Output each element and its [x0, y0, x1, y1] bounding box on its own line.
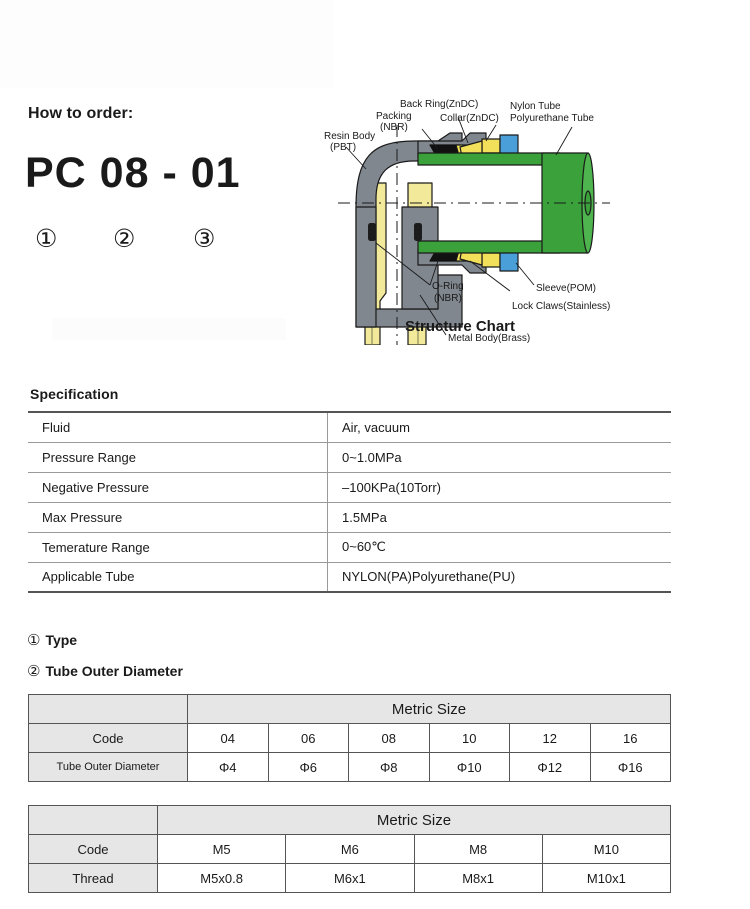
structure-chart-diagram: Resin Body (PBT) Packing (NBR) Back Ring… — [310, 95, 750, 346]
spec-value: 0~60℃ — [327, 532, 671, 563]
thread-table-span-header: Metric Size — [157, 805, 671, 835]
table-row: Code 04 06 08 10 12 16 — [28, 723, 671, 753]
thread-value-cell: M5x0.8 — [156, 863, 287, 893]
back-ring-lower — [481, 252, 501, 268]
table-row: Applicable Tube NYLON(PA)Polyurethane(PU… — [28, 562, 671, 593]
spec-value: 1.5MPa — [327, 502, 671, 533]
thread-table-corner — [28, 805, 158, 835]
tube-code-cell: 12 — [509, 723, 591, 753]
thread-value-cell: M6x1 — [285, 863, 415, 893]
label-resin-body-sub: (PBT) — [330, 142, 356, 153]
circled-number-1-icon: ① — [35, 224, 58, 253]
background-block-middle — [52, 318, 286, 340]
back-ring-upper — [481, 138, 501, 154]
part-number-code: PC 08 - 01 — [25, 149, 241, 197]
specification-heading: Specification — [30, 386, 119, 402]
circled-number-1-icon: ① — [27, 631, 41, 649]
table-row: Tube Outer Diameter Φ4 Φ6 Φ8 Φ10 Φ12 Φ16 — [28, 752, 671, 782]
label-polyurethane-tube: Polyurethane Tube — [510, 113, 594, 124]
spec-label: Applicable Tube — [28, 562, 328, 593]
thread-table-thread-label: Thread — [28, 863, 158, 893]
table-row: Metric Size — [28, 694, 671, 724]
spec-label: Max Pressure — [28, 502, 328, 533]
label-o-ring-sub: (NBR) — [434, 293, 462, 304]
leader-nylon-tube — [555, 126, 573, 156]
type-section-heading: ① Type — [27, 631, 77, 649]
label-nylon-tube: Nylon Tube — [510, 101, 561, 112]
background-block-top — [0, 0, 333, 88]
tube-table-diameter-label: Tube Outer Diameter — [28, 752, 188, 782]
thread-value-cell: M8x1 — [413, 863, 543, 893]
tube-table-span-header: Metric Size — [187, 694, 671, 724]
table-row: Negative Pressure –100KPa(10Torr) — [28, 472, 671, 503]
structure-chart-svg: Resin Body (PBT) Packing (NBR) Back Ring… — [324, 99, 610, 346]
tube-diameter-cell: Φ8 — [348, 752, 430, 782]
tube-diameter-cell: Φ4 — [187, 752, 269, 782]
table-row: Pressure Range 0~1.0MPa — [28, 442, 671, 473]
tube-diameter-cell: Φ16 — [589, 752, 671, 782]
circled-number-2-icon: ② — [113, 224, 136, 253]
tube-code-cell: 10 — [428, 723, 510, 753]
tube-diameter-cell: Φ12 — [509, 752, 591, 782]
label-back-ring: Back Ring(ZnDC) — [400, 99, 478, 110]
thread-code-cell: M6 — [285, 834, 415, 864]
label-o-ring: O-Ring — [432, 281, 464, 292]
label-collar: Collar(ZnDC) — [440, 113, 499, 124]
circled-number-3-icon: ③ — [193, 224, 216, 253]
spec-label: Temerature Range — [28, 532, 328, 563]
thread-code-cell: M5 — [156, 834, 287, 864]
specification-table: Fluid Air, vacuum Pressure Range 0~1.0MP… — [28, 411, 671, 593]
tube-code-cell: 08 — [348, 723, 430, 753]
tube-table-corner — [28, 694, 188, 724]
table-row: Max Pressure 1.5MPa — [28, 502, 671, 533]
circled-number-2-icon: ② — [27, 662, 41, 680]
thread-table-code-label: Code — [28, 834, 158, 864]
o-ring-left-mark — [368, 223, 376, 241]
table-row: Thread M5x0.8 M6x1 M8x1 M10x1 — [28, 863, 672, 893]
order-marker-row: ① ② ③ — [27, 226, 287, 260]
label-lock-claws: Lock Claws(Stainless) — [512, 301, 610, 312]
thread-code-cell: M10 — [541, 834, 672, 864]
tube-code-cell: 16 — [589, 723, 671, 753]
tube-table-code-label: Code — [28, 723, 188, 753]
spec-label: Pressure Range — [28, 442, 328, 473]
table-row: Code M5 M6 M8 M10 — [28, 834, 672, 864]
thread-size-table: Metric Size Code M5 M6 M8 M10 Thread M5x… — [28, 805, 672, 893]
thread-value-cell: M10x1 — [541, 863, 672, 893]
tube-diameter-cell: Φ10 — [428, 752, 510, 782]
how-to-order-heading: How to order: — [28, 105, 134, 122]
tube-outer-diameter-table: Metric Size Code 04 06 08 10 12 16 Tube … — [28, 694, 671, 782]
table-row: Metric Size — [28, 805, 671, 835]
tube-section-heading: ② Tube Outer Diameter — [27, 662, 183, 680]
tube-diameter-cell: Φ6 — [267, 752, 349, 782]
label-packing: Packing — [376, 111, 412, 122]
spec-label: Fluid — [28, 411, 328, 443]
label-resin-body: Resin Body — [324, 131, 375, 142]
label-packing-sub: (NBR) — [380, 122, 408, 133]
spec-value: –100KPa(10Torr) — [327, 472, 671, 503]
thread-code-cell: M8 — [413, 834, 543, 864]
spec-value: 0~1.0MPa — [327, 442, 671, 473]
label-sleeve: Sleeve(POM) — [536, 283, 596, 294]
spec-value: Air, vacuum — [327, 411, 671, 443]
o-ring-right-mark — [414, 223, 422, 241]
leader-sleeve — [515, 262, 535, 286]
structure-chart-caption: Structure Chart — [404, 318, 516, 335]
table-row: Fluid Air, vacuum — [28, 411, 671, 443]
tube-section-title: Tube Outer Diameter — [45, 663, 183, 679]
spec-value: NYLON(PA)Polyurethane(PU) — [327, 562, 671, 593]
tube-code-cell: 06 — [267, 723, 349, 753]
spec-label: Negative Pressure — [28, 472, 328, 503]
table-row: Temerature Range 0~60℃ — [28, 532, 671, 563]
type-section-title: Type — [45, 632, 78, 648]
tube-code-cell: 04 — [187, 723, 269, 753]
